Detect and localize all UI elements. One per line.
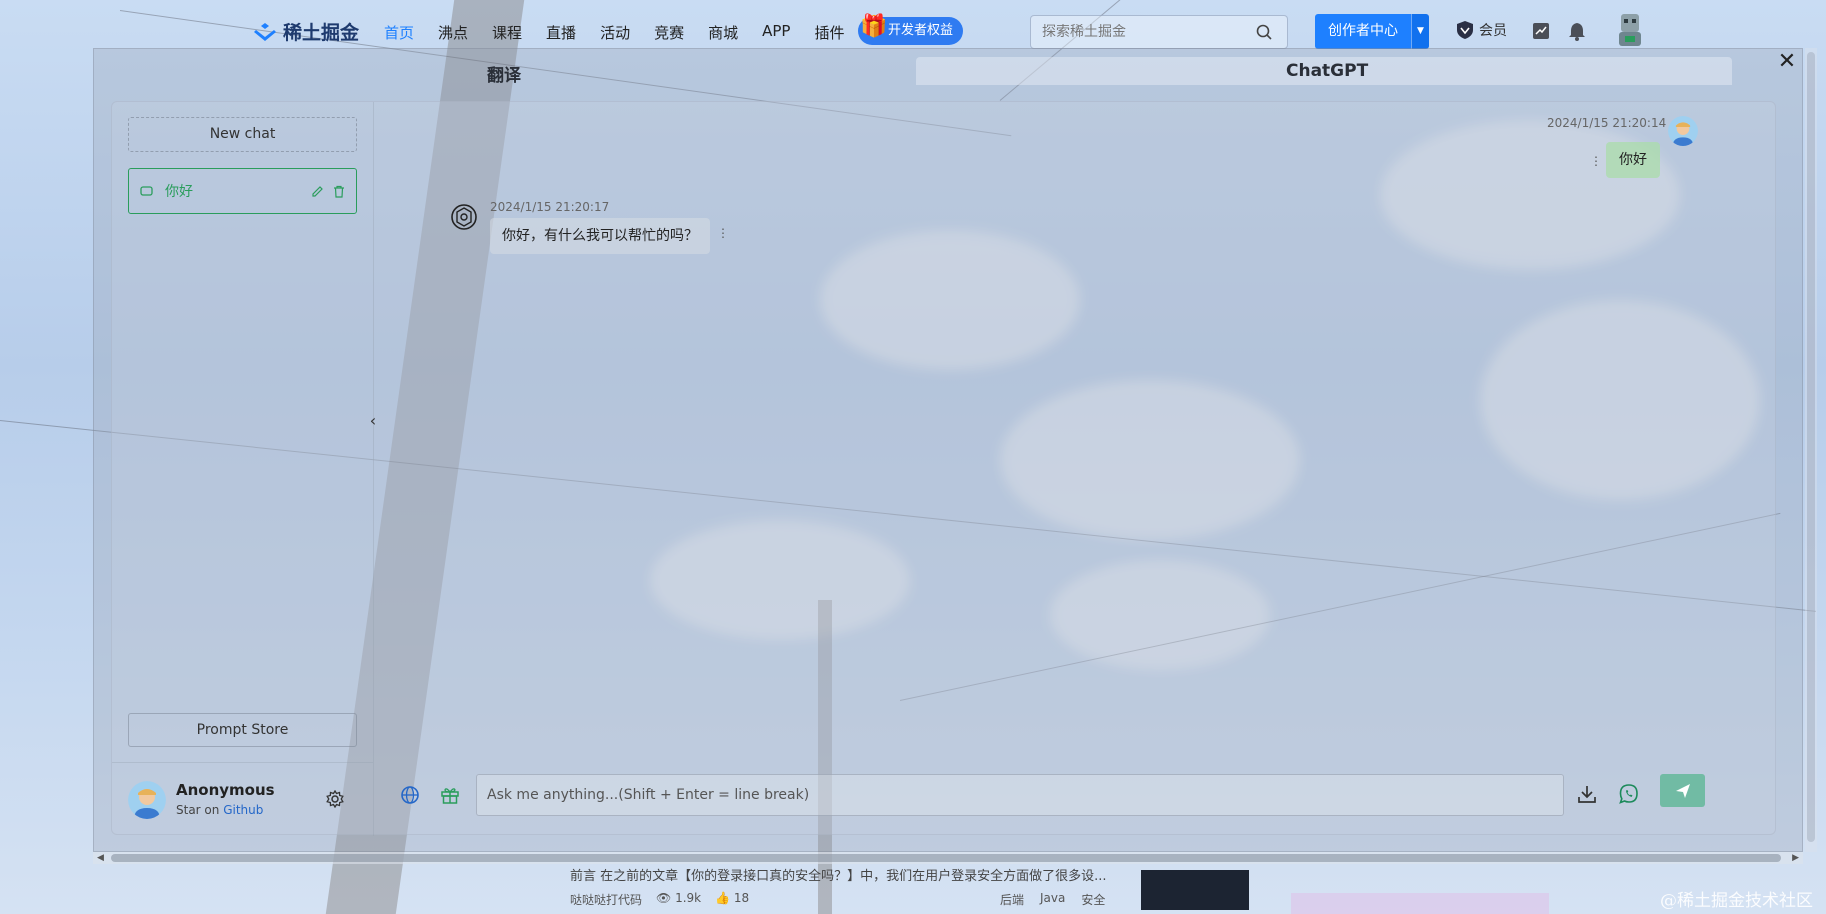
- gift-icon[interactable]: [440, 785, 460, 805]
- chat-bubble-icon: [140, 185, 153, 196]
- user-message-time: 2024/1/15 21:20:14: [1547, 116, 1667, 130]
- user-subtitle: Star on Github: [176, 803, 263, 817]
- user-avatar: [128, 781, 166, 819]
- chat-history-title: 你好: [165, 184, 193, 200]
- watermark-text: @稀土掘金技术社区: [1660, 891, 1813, 911]
- creator-center-label[interactable]: 创作者中心: [1315, 14, 1411, 49]
- user-name: Anonymous: [176, 781, 275, 799]
- user-message-avatar: [1668, 116, 1698, 146]
- site-logo[interactable]: 稀土掘金: [253, 18, 359, 45]
- vip-label: 会员: [1479, 23, 1507, 39]
- horizontal-scrollbar[interactable]: ◀ ▶: [93, 852, 1803, 864]
- main-nav: 首页 沸点 课程 直播 活动 竞赛 商城 APP 插件: [384, 22, 868, 43]
- article-tags: 后端 Java 安全: [1000, 891, 1105, 908]
- creator-dropdown-chevron-icon[interactable]: ▼: [1411, 14, 1429, 49]
- search-input[interactable]: [1042, 24, 1242, 40]
- github-link[interactable]: Github: [223, 803, 263, 817]
- developer-benefits-label: 开发者权益: [888, 23, 954, 38]
- nav-pins[interactable]: 沸点: [438, 22, 468, 43]
- article-tag[interactable]: 安全: [1081, 891, 1105, 908]
- search-icon: [1256, 24, 1272, 40]
- scroll-left-arrow-icon[interactable]: ◀: [97, 852, 104, 864]
- openai-logo-icon: [451, 204, 477, 230]
- chat-window: New chat 你好 Prompt Store Anonymous Star …: [111, 101, 1777, 836]
- creator-center-button[interactable]: 创作者中心 ▼: [1315, 14, 1429, 49]
- user-subtitle-prefix: Star on: [176, 803, 224, 817]
- scroll-right-arrow-icon[interactable]: ▶: [1792, 852, 1799, 864]
- user-message-bubble: 你好: [1606, 142, 1660, 178]
- close-panel-icon[interactable]: ✕: [1775, 51, 1799, 75]
- notification-bell-icon[interactable]: [1566, 20, 1588, 42]
- collapse-sidebar-chevron-icon[interactable]: ‹: [365, 410, 381, 434]
- search-bar: [1030, 15, 1288, 49]
- vip-link[interactable]: 会员: [1455, 20, 1507, 40]
- chat-message-input[interactable]: [476, 774, 1564, 816]
- article-tag[interactable]: Java: [1040, 891, 1065, 908]
- nav-plugins[interactable]: 插件: [814, 22, 844, 43]
- nav-courses[interactable]: 课程: [492, 22, 522, 43]
- article-author[interactable]: 哒哒哒打代码: [570, 891, 642, 908]
- nav-user-avatar[interactable]: [1615, 12, 1645, 48]
- article-likes-count: 18: [733, 891, 750, 905]
- vip-shield-icon: [1457, 21, 1473, 39]
- sidebar-footer: Anonymous Star on Github: [112, 762, 374, 836]
- user-message-more-icon[interactable]: ⋮: [1590, 154, 1602, 168]
- tab-chatgpt[interactable]: ChatGPT: [1286, 61, 1368, 81]
- nav-app[interactable]: APP: [762, 22, 790, 43]
- site-logo-text: 稀土掘金: [283, 22, 360, 44]
- trending-icon[interactable]: [1530, 20, 1552, 42]
- panel-tabs: 翻译 ChatGPT: [94, 49, 1802, 86]
- nav-contests[interactable]: 竞赛: [654, 22, 684, 43]
- prompt-store-button[interactable]: Prompt Store: [128, 713, 357, 747]
- developer-benefits-badge[interactable]: 🎁 开发者权益: [858, 14, 964, 45]
- search-button[interactable]: [1241, 16, 1287, 48]
- nav-shop[interactable]: 商城: [708, 22, 738, 43]
- juejin-logo-icon: [254, 22, 276, 41]
- chat-sidebar: New chat 你好 Prompt Store: [112, 102, 374, 762]
- new-chat-button[interactable]: New chat: [128, 117, 357, 152]
- horizontal-scroll-thumb[interactable]: [111, 854, 1781, 862]
- article-tag[interactable]: 后端: [1000, 891, 1024, 908]
- tab-translate[interactable]: 翻译: [487, 61, 521, 86]
- vertical-scrollbar[interactable]: [1805, 48, 1817, 852]
- delete-trash-icon[interactable]: [333, 185, 345, 198]
- assistant-message-more-icon[interactable]: ⋮: [717, 226, 729, 240]
- assistant-message-time: 2024/1/15 21:20:17: [490, 200, 610, 214]
- promo-banner[interactable]: [1291, 893, 1549, 914]
- chat-history-item[interactable]: 你好: [128, 168, 357, 214]
- article-likes[interactable]: 👍 18: [715, 891, 749, 908]
- vertical-scroll-thumb[interactable]: [1807, 52, 1815, 842]
- article-thumbnail[interactable]: [1141, 870, 1249, 910]
- chat-history-actions: [311, 185, 345, 198]
- globe-icon[interactable]: [400, 785, 420, 805]
- article-meta: 哒哒哒打代码 👁 1.9k 👍 18: [570, 891, 749, 908]
- nav-events[interactable]: 活动: [600, 22, 630, 43]
- download-icon[interactable]: [1576, 783, 1598, 805]
- article-snippet[interactable]: 前言 在之前的文章【你的登录接口真的安全吗？】中，我们在用户登录安全方面做了很多…: [570, 865, 1107, 884]
- edit-pencil-icon[interactable]: [311, 185, 324, 198]
- article-views-count: 1.9k: [675, 891, 702, 905]
- article-views: 👁 1.9k: [656, 891, 702, 905]
- whatsapp-icon[interactable]: [1618, 783, 1640, 805]
- assistant-message-bubble: 你好，有什么我可以帮忙的吗？: [490, 218, 710, 254]
- gift-box-icon: 🎁: [860, 14, 888, 39]
- chat-input-row: [374, 762, 1777, 836]
- nav-home[interactable]: 首页: [384, 22, 414, 43]
- nav-live[interactable]: 直播: [546, 22, 576, 43]
- send-paper-plane-icon: [1675, 783, 1690, 798]
- settings-gear-icon[interactable]: [326, 790, 344, 808]
- send-button[interactable]: [1660, 774, 1705, 807]
